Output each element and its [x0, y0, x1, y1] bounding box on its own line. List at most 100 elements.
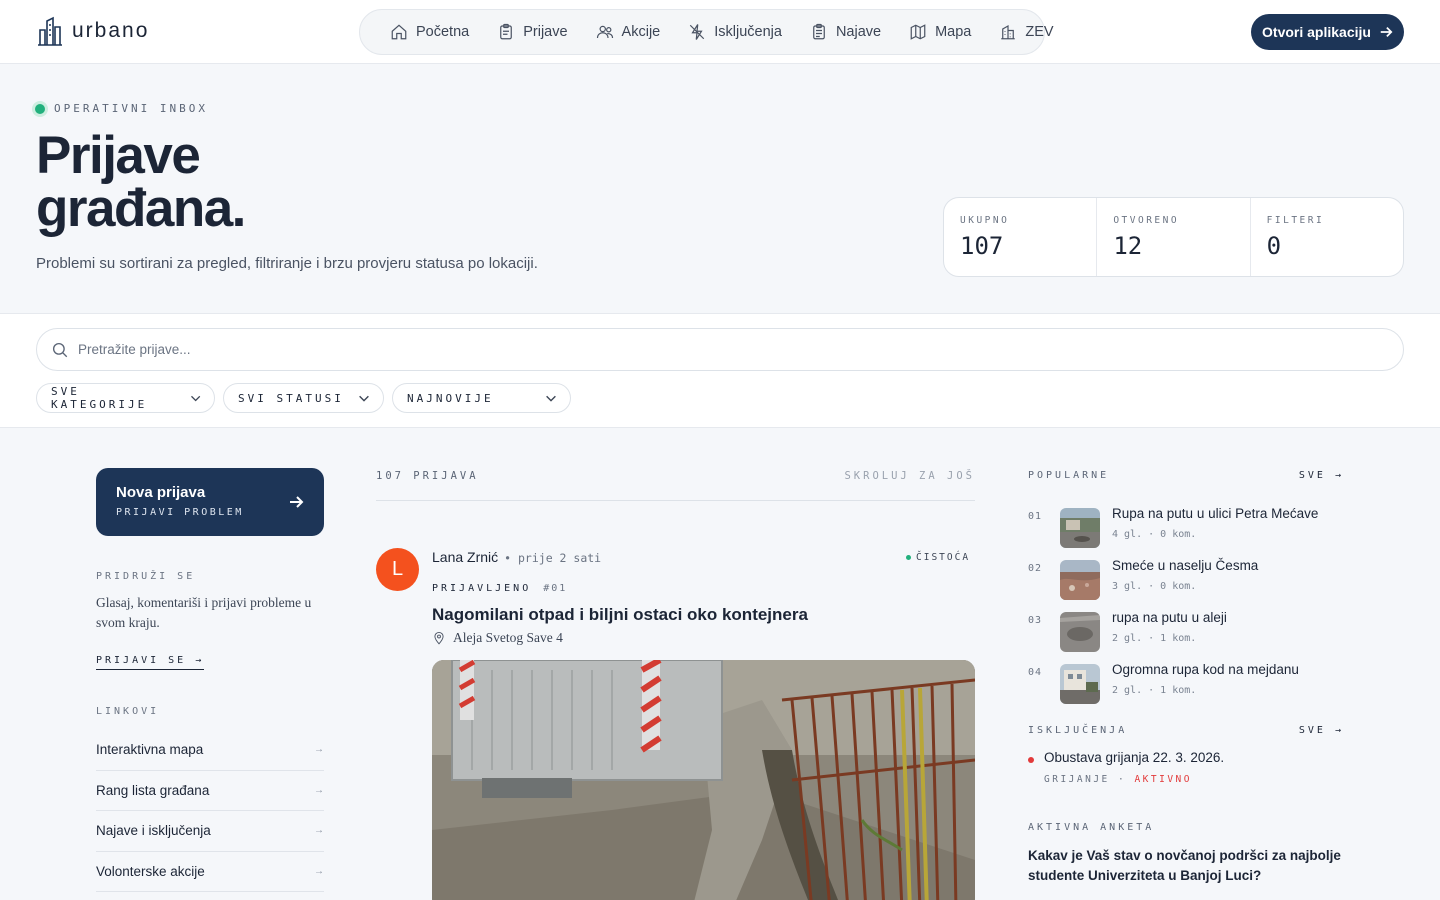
- post-location: Aleja Svetog Save 4: [432, 630, 563, 646]
- post-time: • prije 2 sati: [504, 551, 602, 565]
- join-text: Glasaj, komentariši i prijavi probleme u…: [96, 595, 312, 630]
- right-sidebar: POPULARNE SVE → 01 Rupa na putu u ulici …: [1028, 470, 1344, 883]
- open-app-button[interactable]: Otvori aplikaciju: [1251, 14, 1404, 50]
- new-report-subtitle: PRIJAVI PROBLEM: [116, 507, 244, 518]
- links-list: Interaktivna mapa → Rang lista građana →…: [96, 730, 324, 892]
- nav-label: Prijave: [523, 24, 568, 40]
- hero-section: OPERATIVNI INBOX Prijave građana. Proble…: [0, 65, 1440, 314]
- popular-title: Rupa na putu u ulici Petra Mećave: [1112, 506, 1319, 521]
- category-badge[interactable]: ČISTOĆA: [906, 552, 970, 563]
- home-icon: [391, 24, 407, 40]
- chevron-down-icon: [546, 395, 556, 402]
- top-bar: urbano Početna Prijave Akcije Isključenj…: [0, 0, 1440, 64]
- filter-label: SVE KATEGORIJE: [51, 385, 148, 411]
- city-logo-icon: [38, 16, 62, 46]
- popular-title: Ogromna rupa kod na mejdanu: [1112, 662, 1299, 677]
- sort-select[interactable]: NAJNOVIJE: [392, 383, 571, 413]
- post-status: PRIJAVLJENO #01: [432, 583, 567, 594]
- stat-label: FILTERI: [1266, 215, 1325, 226]
- arrow-right-icon: →: [314, 825, 324, 837]
- popular-item[interactable]: 04 Ogromna rupa kod na mejdanu 2 gl. · 1…: [1028, 637, 1344, 704]
- outage-separator: ·: [1109, 774, 1135, 785]
- popular-header: POPULARNE SVE →: [1028, 470, 1344, 481]
- avatar[interactable]: L: [376, 548, 419, 591]
- chevron-down-icon: [190, 395, 200, 402]
- outage-title: Obustava grijanja 22. 3. 2026.: [1044, 750, 1225, 765]
- author-name[interactable]: Lana Zrnić: [432, 549, 498, 565]
- sign-in-link[interactable]: PRIJAVI SE →: [96, 655, 205, 670]
- outages-all-link[interactable]: SVE →: [1299, 725, 1344, 736]
- nav-item-zev[interactable]: ZEV: [985, 9, 1067, 55]
- link-leaderboard[interactable]: Rang lista građana →: [96, 771, 324, 811]
- arrow-right-icon: →: [314, 784, 324, 796]
- nav-item-iskljucenja[interactable]: Isključenja: [674, 9, 796, 55]
- nav-label: Najave: [835, 24, 882, 40]
- link-label: Volonterske akcije: [96, 863, 205, 879]
- poll-question[interactable]: Kakav je Vaš stav o novčanoj podršci za …: [1028, 846, 1344, 885]
- feed-header: 107 PRIJAVA SKROLUJ ZA JOŠ: [376, 470, 975, 501]
- nav-item-pocetna[interactable]: Početna: [376, 9, 483, 55]
- popular-heading: POPULARNE: [1028, 470, 1110, 481]
- popular-all-link[interactable]: SVE →: [1299, 470, 1344, 481]
- arrow-right-icon: [290, 496, 304, 508]
- stat-total: UKUPNO 107: [944, 198, 1098, 276]
- status-filter-select[interactable]: SVI STATUSI: [223, 383, 384, 413]
- nav-item-najave[interactable]: Najave: [796, 9, 895, 55]
- location-pin-icon: [434, 631, 444, 645]
- links-heading: LINKOVI: [96, 706, 160, 717]
- post-photo[interactable]: [432, 660, 975, 900]
- chevron-down-icon: [359, 395, 369, 402]
- link-announcements[interactable]: Najave i isključenja →: [96, 811, 324, 852]
- arrow-right-icon: [1380, 27, 1393, 37]
- link-volunteer-actions[interactable]: Volonterske akcije →: [96, 852, 324, 892]
- nav-item-akcije[interactable]: Akcije: [582, 9, 675, 55]
- link-interactive-map[interactable]: Interaktivna mapa →: [96, 730, 324, 771]
- status-dot-icon: [35, 103, 45, 114]
- page-title-line-1: Prijave: [36, 126, 201, 185]
- arrow-right-icon: →: [314, 744, 324, 756]
- logo[interactable]: urbano: [36, 16, 149, 46]
- nav-label: ZEV: [1025, 24, 1054, 40]
- post-author: Lana Zrnić • prije 2 sati: [432, 549, 601, 565]
- popular-thumbnail: [1060, 664, 1100, 704]
- search-input[interactable]: [78, 342, 1378, 357]
- outage-status-badge: AKTIVNO: [1134, 774, 1192, 785]
- search-bar: [36, 328, 1404, 371]
- popular-item[interactable]: 02 Smeće u naselju Česma 3 gl. · 0 kom.: [1028, 533, 1344, 600]
- popular-rank: 01: [1028, 511, 1043, 522]
- building-icon: [1001, 24, 1016, 40]
- popular-rank: 04: [1028, 667, 1043, 678]
- popular-rank: 03: [1028, 615, 1043, 626]
- join-heading: PRIDRUŽI SE: [96, 571, 196, 582]
- popular-rank: 02: [1028, 563, 1043, 574]
- status-badge: PRIJAVLJENO: [432, 583, 532, 594]
- scroll-hint: SKROLUJ ZA JOŠ: [844, 470, 975, 482]
- stat-value: 12: [1113, 232, 1143, 260]
- clipboard-icon: [500, 23, 513, 40]
- power-off-icon: [690, 24, 705, 40]
- outages-header: ISKLJUČENJA SVE →: [1028, 725, 1344, 736]
- category-label: ČISTOĆA: [916, 552, 971, 563]
- location-text: Aleja Svetog Save 4: [453, 630, 563, 645]
- stat-label: UKUPNO: [960, 215, 1010, 226]
- new-report-title: Nova prijava: [116, 484, 206, 501]
- popular-item[interactable]: 03 rupa na putu u aleji 2 gl. · 1 kom.: [1028, 585, 1344, 652]
- new-report-button[interactable]: Nova prijava PRIJAVI PROBLEM: [96, 468, 324, 536]
- nav-item-mapa[interactable]: Mapa: [895, 9, 985, 55]
- page-title-line-2: građana.: [36, 179, 246, 238]
- stat-value: 107: [960, 232, 1004, 260]
- nav-item-prijave[interactable]: Prijave: [483, 9, 581, 55]
- popular-title: Smeće u naselju Česma: [1112, 558, 1259, 573]
- alert-dot-icon: [1028, 757, 1034, 763]
- popular-meta: 2 gl. · 1 kom.: [1112, 685, 1197, 696]
- popular-item[interactable]: 01 Rupa na putu u ulici Petra Mećave 4 g…: [1028, 481, 1344, 548]
- post-number: #01: [543, 583, 568, 594]
- category-filter-select[interactable]: SVE KATEGORIJE: [36, 383, 215, 413]
- eyebrow: OPERATIVNI INBOX: [35, 102, 208, 115]
- link-label: Najave i isključenja: [96, 823, 211, 839]
- post-title[interactable]: Nagomilani otpad i biljni ostaci oko kon…: [432, 605, 808, 625]
- filter-label: SVI STATUSI: [238, 391, 344, 405]
- search-section: SVE KATEGORIJE SVI STATUSI NAJNOVIJE: [0, 314, 1440, 428]
- report-count: 107 PRIJAVA: [376, 470, 479, 482]
- clipboard-list-icon: [813, 23, 825, 40]
